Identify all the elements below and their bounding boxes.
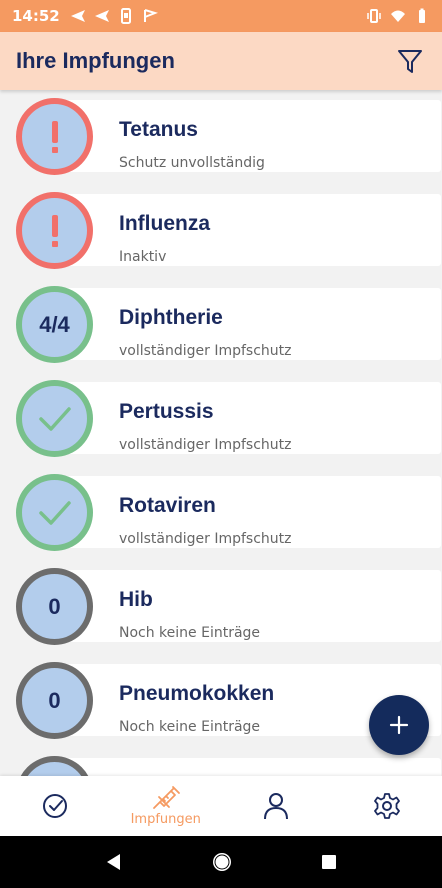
vaccine-name: Influenza [119,212,211,235]
status-time: 14:52 [12,7,60,25]
vaccine-item-pertussis[interactable]: Pertussis vollständiger Impfschutz [16,378,441,458]
vaccine-status: Schutz unvollständig [119,155,265,171]
vaccine-item-diphtherie[interactable]: 4/4 Diphtherie vollständiger Impfschutz [16,284,441,364]
vibrate-icon [367,9,381,23]
nav-overview[interactable] [0,776,111,836]
dose-count: 0 [48,687,61,713]
vaccine-item-tetanus[interactable]: Tetanus Schutz unvollständig [16,96,441,176]
status-badge [16,380,93,457]
nav-impfungen[interactable]: Impfungen [111,776,222,836]
wifi-icon [391,10,405,22]
page-title: Ihre Impfungen [16,48,175,73]
vaccine-status: Noch keine Einträge [119,719,261,735]
status-badge: 0 [16,662,93,739]
send-icon [94,10,109,22]
vaccine-item-hib[interactable]: 0 Hib Noch keine Einträge [16,566,441,646]
syringe-icon [152,786,180,809]
phone-icon [120,8,131,24]
send-icon [70,10,85,22]
vaccine-status: Noch keine Einträge [119,625,261,641]
vaccine-card [56,194,441,266]
home-icon[interactable] [211,851,233,873]
system-nav-bar [0,836,442,888]
vaccine-item-partial[interactable] [16,754,441,776]
bottom-nav: Impfungen [0,776,442,836]
gear-icon [373,793,400,819]
check-circle-icon [43,794,68,818]
add-vaccination-button[interactable] [369,695,429,755]
vaccine-list: Tetanus Schutz unvollständig Influenza I… [0,90,442,776]
vaccine-status: vollständiger Impfschutz [119,437,292,453]
nav-label: Impfungen [130,812,201,827]
battery-icon [419,8,425,23]
vaccine-name: Diphtherie [119,306,223,329]
back-icon[interactable] [104,852,124,872]
vaccine-status: Inaktiv [119,249,167,265]
status-badge [16,98,93,175]
recents-icon[interactable] [320,853,338,871]
vaccine-status: vollständiger Impfschutz [119,531,292,547]
vaccine-card [56,758,441,776]
status-badge [16,192,93,269]
vaccine-item-influenza[interactable]: Influenza Inaktiv [16,190,441,270]
warning-icon [51,120,58,153]
person-icon [264,793,289,820]
status-bar: 14:52 [0,0,442,32]
flag-icon [143,9,158,22]
dose-count: 4/4 [39,311,70,337]
status-badge: 0 [16,568,93,645]
status-badge: 4/4 [16,286,93,363]
vaccine-name: Pertussis [119,400,214,423]
vaccine-item-pneumokokken[interactable]: 0 Pneumokokken Noch keine Einträge [16,660,441,740]
vaccine-name: Tetanus [119,118,198,141]
warning-icon [51,214,58,247]
vaccine-name: Pneumokokken [119,682,275,705]
filter-icon [398,50,422,73]
plus-icon [389,715,409,735]
app-bar: Ihre Impfungen [0,32,442,90]
vaccine-name: Hib [119,588,153,611]
filter-button[interactable] [394,45,426,77]
vaccine-item-rotaviren[interactable]: Rotaviren vollständiger Impfschutz [16,472,441,552]
dose-count: 0 [48,593,61,619]
nav-settings[interactable] [332,776,442,836]
status-badge [16,474,93,551]
vaccine-status: vollständiger Impfschutz [119,343,292,359]
nav-profile[interactable] [221,776,332,836]
check-icon [38,500,71,525]
vaccine-name: Rotaviren [119,494,216,517]
check-icon [38,406,71,431]
